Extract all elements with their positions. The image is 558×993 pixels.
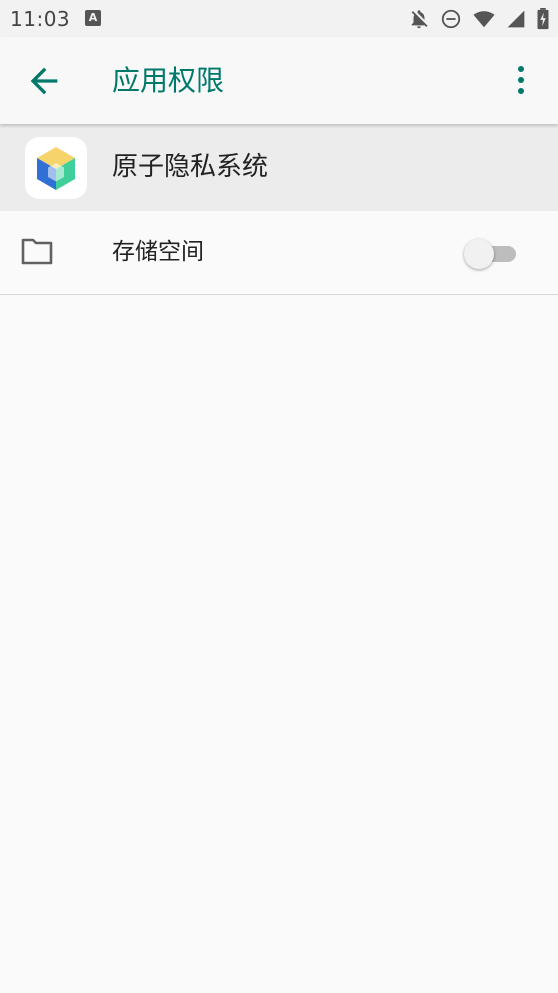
toggle-thumb — [464, 239, 494, 269]
screen: 11:03 A 应用权限 原子隐私系统 存储空间 — [0, 0, 558, 993]
permission-label: 存储空间 — [112, 239, 204, 265]
app-header: 原子隐私系统 — [0, 124, 558, 211]
arrow-back-icon — [30, 67, 58, 95]
cell-signal-icon — [507, 10, 525, 28]
status-time: 11:03 — [10, 7, 71, 31]
page-title: 应用权限 — [112, 64, 225, 97]
more-options-button[interactable] — [506, 63, 536, 97]
battery-charging-icon — [537, 8, 549, 30]
status-bar: 11:03 A — [0, 0, 558, 37]
cube-app-icon — [25, 137, 87, 199]
more-vert-icon — [518, 66, 524, 94]
notification-app-icon: A — [85, 10, 101, 26]
folder-icon — [20, 237, 54, 267]
do-not-disturb-icon — [441, 9, 461, 29]
notification-app-letter: A — [88, 11, 98, 24]
storage-permission-toggle[interactable] — [464, 237, 520, 269]
app-bar: 应用权限 — [0, 37, 558, 124]
back-button[interactable] — [24, 61, 64, 101]
permission-row-storage[interactable]: 存储空间 — [0, 211, 558, 295]
wifi-icon — [473, 11, 495, 28]
app-name: 原子隐私系统 — [112, 152, 269, 182]
status-icons — [408, 7, 550, 31]
notifications-off-icon — [411, 10, 428, 29]
